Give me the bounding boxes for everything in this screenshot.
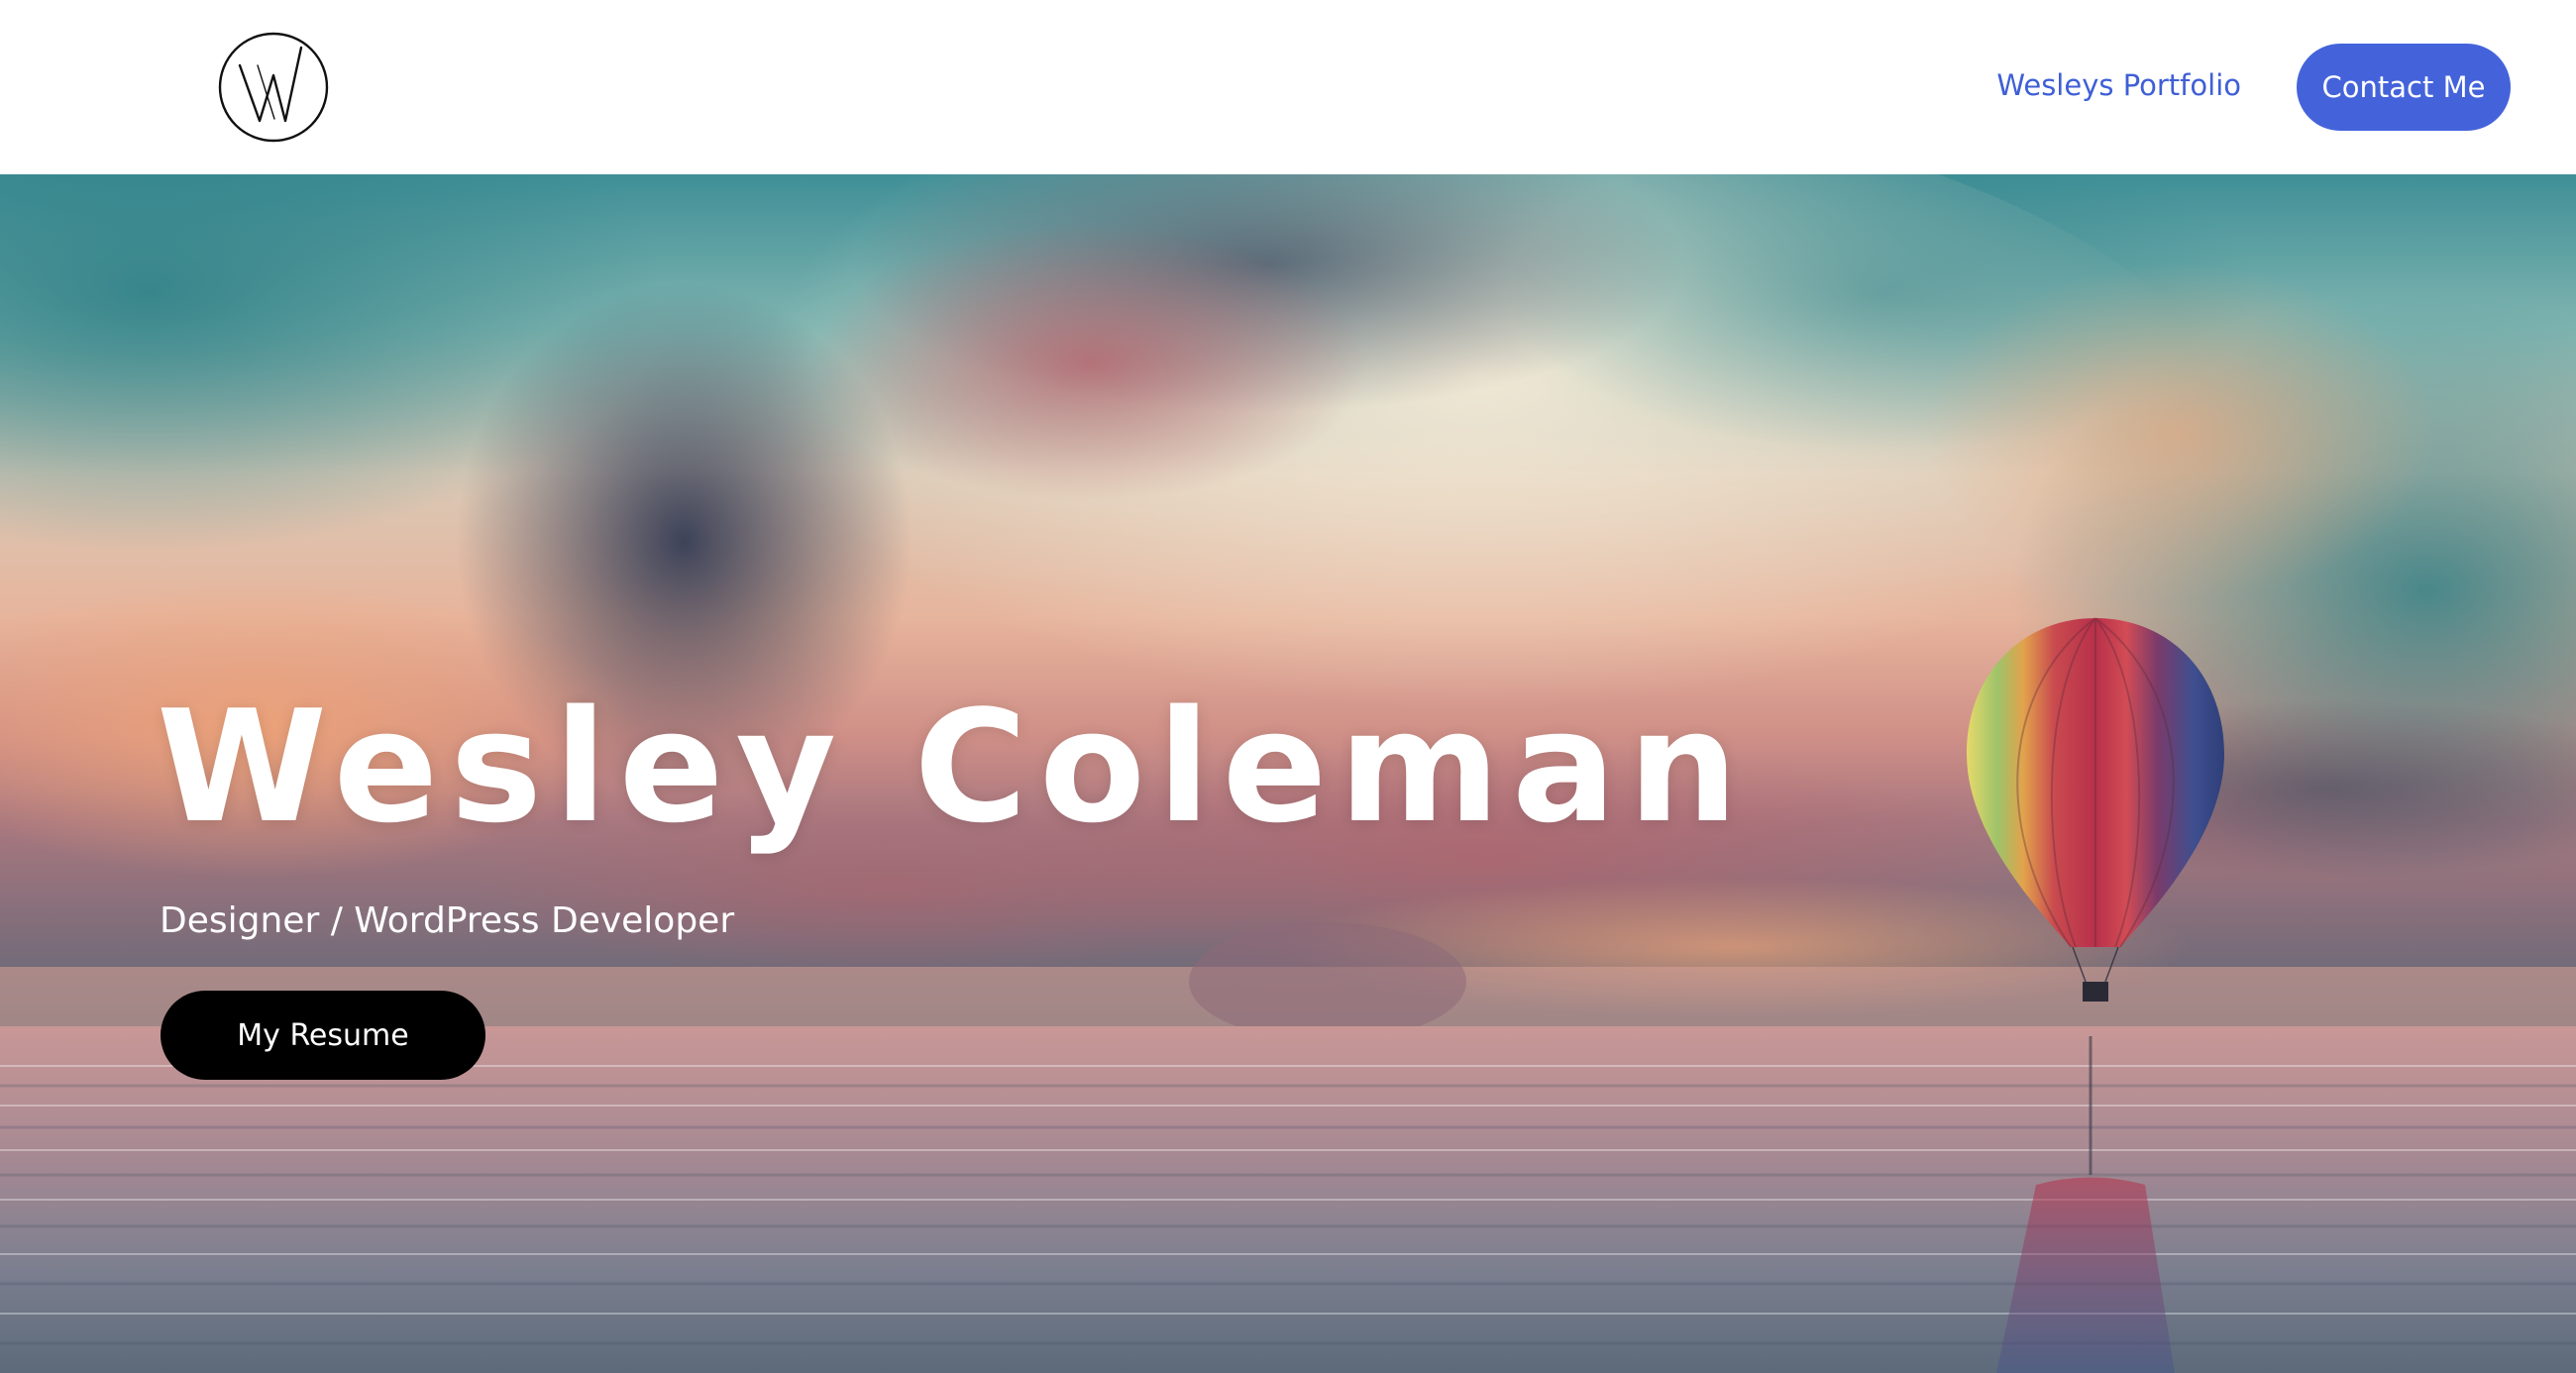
site-header: Wesleys Portfolio Contact Me <box>0 0 2576 174</box>
my-resume-button[interactable]: My Resume <box>161 991 485 1080</box>
page: Wesleys Portfolio Contact Me Wesley Cole… <box>0 0 2576 1373</box>
hero-title: Wesley Coleman <box>157 677 1751 857</box>
hero-subtitle: Designer / WordPress Developer <box>160 900 735 941</box>
contact-me-button[interactable]: Contact Me <box>2297 44 2511 131</box>
nav-link-portfolio[interactable]: Wesleys Portfolio <box>1996 61 2241 109</box>
w-circle-logo-icon[interactable] <box>218 32 329 143</box>
hero-section: Wesley Coleman Designer / WordPress Deve… <box>0 174 2576 1373</box>
